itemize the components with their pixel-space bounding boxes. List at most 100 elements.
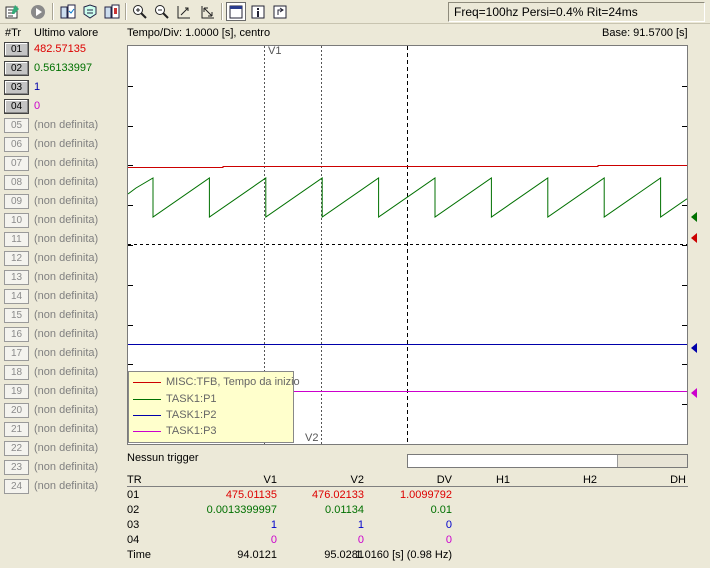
trace-row[interactable]: 18 (non definita) xyxy=(4,364,124,381)
trace-value: (non definita) xyxy=(34,309,99,321)
trace-row[interactable]: 02 0.56133997 xyxy=(4,60,124,77)
marker-04 xyxy=(691,388,697,398)
trace-id[interactable]: 16 xyxy=(4,327,29,342)
trace-row[interactable]: 12 (non definita) xyxy=(4,250,124,267)
trace-id[interactable]: 01 xyxy=(4,42,29,57)
trace-row[interactable]: 21 (non definita) xyxy=(4,421,124,438)
trace-row[interactable]: 22 (non definita) xyxy=(4,440,124,457)
trace-id[interactable]: 17 xyxy=(4,346,29,361)
autoscale-button[interactable] xyxy=(198,2,218,21)
fit-icon xyxy=(177,5,190,18)
info-button[interactable] xyxy=(248,2,268,21)
trace-id[interactable]: 03 xyxy=(4,80,29,95)
properties-icon xyxy=(5,4,19,18)
trace-row[interactable]: 08 (non definita) xyxy=(4,174,124,191)
trace-row[interactable]: 10 (non definita) xyxy=(4,212,124,229)
trace-id[interactable]: 18 xyxy=(4,365,29,380)
trace-row[interactable]: 05 (non definita) xyxy=(4,117,124,134)
trace-value: (non definita) xyxy=(34,271,99,283)
trace-id[interactable]: 02 xyxy=(4,61,29,76)
trace-row[interactable]: 15 (non definita) xyxy=(4,307,124,324)
trace-row[interactable]: 17 (non definita) xyxy=(4,345,124,362)
col-value-header: Ultimo valore xyxy=(34,27,99,39)
trace-row[interactable]: 04 0 xyxy=(4,98,124,115)
measure-v2: 0 xyxy=(357,534,364,546)
time-v1: 94.0121 xyxy=(237,549,277,561)
trace-row[interactable]: 20 (non definita) xyxy=(4,402,124,419)
props-button[interactable] xyxy=(2,2,22,21)
trace-task1-p1 xyxy=(128,177,687,218)
cursor-v1-label[interactable]: V1 xyxy=(268,45,281,57)
legend-label: TASK1:P2 xyxy=(166,409,217,421)
trace-row[interactable]: 09 (non definita) xyxy=(4,193,124,210)
trace-id[interactable]: 07 xyxy=(4,156,29,171)
filter-icon xyxy=(83,3,97,19)
trace-row[interactable]: 24 (non definita) xyxy=(4,478,124,495)
trace-row[interactable]: 13 (non definita) xyxy=(4,269,124,286)
trace-id[interactable]: 21 xyxy=(4,422,29,437)
trace-id[interactable]: 11 xyxy=(4,232,29,247)
zoom-out-button[interactable] xyxy=(152,2,172,21)
measure-dv: 0 xyxy=(445,519,452,531)
popout-button[interactable] xyxy=(270,2,290,21)
trace-row[interactable]: 23 (non definita) xyxy=(4,459,124,476)
trace-value: (non definita) xyxy=(34,461,99,473)
view-button[interactable] xyxy=(226,2,246,21)
trace-id[interactable]: 09 xyxy=(4,194,29,209)
trace-value: (non definita) xyxy=(34,176,99,188)
measure-v1: 0.0013399997 xyxy=(206,504,277,516)
legend-swatch xyxy=(133,431,161,432)
play-button[interactable] xyxy=(28,2,48,21)
trace-value: (non definita) xyxy=(34,480,99,492)
trace-row[interactable]: 11 (non definita) xyxy=(4,231,124,248)
filter-button[interactable] xyxy=(80,2,100,21)
trace-id[interactable]: 10 xyxy=(4,213,29,228)
trace-id[interactable]: 06 xyxy=(4,137,29,152)
trace-value: 1 xyxy=(34,81,41,93)
trace-row[interactable]: 01 482.57135 xyxy=(4,41,124,58)
channels-button[interactable] xyxy=(58,2,78,21)
fit-button[interactable] xyxy=(174,2,194,21)
table-divider xyxy=(127,486,688,487)
trace-id[interactable]: 20 xyxy=(4,403,29,418)
popout-icon xyxy=(273,5,287,18)
trace-row[interactable]: 16 (non definita) xyxy=(4,326,124,343)
trace-id[interactable]: 22 xyxy=(4,441,29,456)
trace-value: (non definita) xyxy=(34,366,99,378)
export-button[interactable] xyxy=(102,2,122,21)
trace-value: (non definita) xyxy=(34,252,99,264)
scroll-progress[interactable] xyxy=(407,454,688,468)
trace-id[interactable]: 14 xyxy=(4,289,29,304)
measure-v2: 476.02133 xyxy=(312,489,364,501)
trace-id[interactable]: 19 xyxy=(4,384,29,399)
trace-row[interactable]: 14 (non definita) xyxy=(4,288,124,305)
trace-row[interactable]: 19 (non definita) xyxy=(4,383,124,400)
trace-row[interactable]: 03 1 xyxy=(4,79,124,96)
zoom-in-button[interactable] xyxy=(130,2,150,21)
trace-id[interactable]: 15 xyxy=(4,308,29,323)
trace-id[interactable]: 13 xyxy=(4,270,29,285)
trace-id[interactable]: 04 xyxy=(4,99,29,114)
trace-value: (non definita) xyxy=(34,233,99,245)
cursor-v2-label[interactable]: V2 xyxy=(305,432,318,444)
trace-id[interactable]: 05 xyxy=(4,118,29,133)
trace-value: (non definita) xyxy=(34,423,99,435)
legend-label: TASK1:P3 xyxy=(166,425,217,437)
trace-id[interactable]: 08 xyxy=(4,175,29,190)
zoom-in-icon xyxy=(133,4,147,19)
trace-id[interactable]: 23 xyxy=(4,460,29,475)
status-readout: Freq=100hz Persi=0.4% Rit=24ms xyxy=(448,2,705,22)
measure-tr: 03 xyxy=(127,519,140,531)
measure-header-h2: H2 xyxy=(582,474,597,486)
trace-value: (non definita) xyxy=(34,442,99,454)
trace-value: (non definita) xyxy=(34,385,99,397)
measure-dv: 1.0099792 xyxy=(400,489,452,501)
measure-v1: 0 xyxy=(270,534,277,546)
trace-row[interactable]: 07 (non definita) xyxy=(4,155,124,172)
measure-v2: 1 xyxy=(357,519,364,531)
trace-id[interactable]: 24 xyxy=(4,479,29,494)
measure-tr: 01 xyxy=(127,489,140,501)
trace-value: 0.56133997 xyxy=(34,62,93,74)
trace-id[interactable]: 12 xyxy=(4,251,29,266)
trace-row[interactable]: 06 (non definita) xyxy=(4,136,124,153)
